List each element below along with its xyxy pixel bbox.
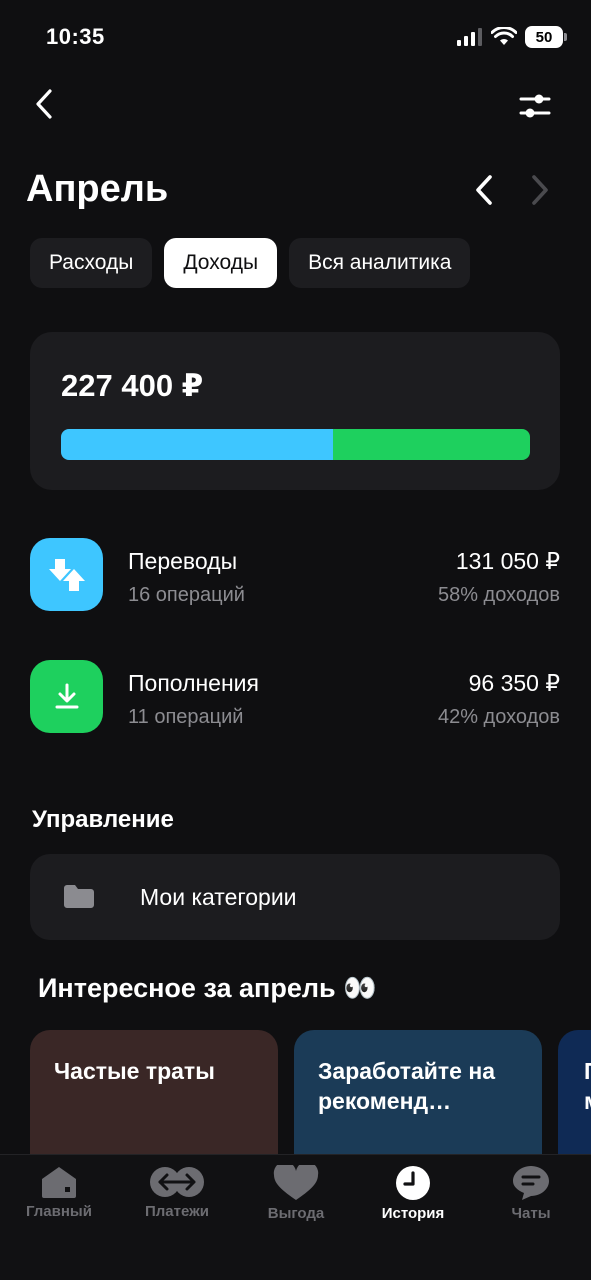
operation-row-transfers[interactable]: Переводы 16 операций 131 050 ₽ 58% доход… [30,538,560,612]
tab-all-analytics[interactable]: Вся аналитика [289,238,471,288]
chevron-left-icon [476,175,492,205]
battery-level: 50 [535,28,553,46]
tab-label: Чаты [511,1205,551,1222]
operation-row-topups[interactable]: Пополнения 11 операций 96 350 ₽ 42% дохо… [30,660,560,734]
heart-icon [273,1165,319,1200]
status-icons: 50 [457,26,567,48]
chat-icon [513,1166,549,1200]
management-section-title: Управление [32,806,174,833]
filter-button[interactable] [515,86,555,126]
story-title: П м [584,1058,591,1114]
operation-count: 16 операций [128,584,245,606]
tab-label: История [381,1205,445,1222]
story-card-earn-recommendations[interactable]: Заработайте на рекоменд… [294,1030,542,1160]
operation-name: Переводы [128,548,238,574]
my-categories-button[interactable]: Мои категории [30,854,560,940]
interesting-section-title: Интересное за апрель 👀 [38,973,377,1003]
tab-expenses[interactable]: Расходы [30,238,153,288]
total-income-amount: 227 400 ₽ [61,368,204,403]
status-bar: 10:35 50 [0,0,591,76]
status-time: 10:35 [46,24,105,49]
clock-icon [396,1166,430,1200]
next-month-button[interactable] [522,170,558,210]
sliders-icon [519,94,551,118]
tab-chats[interactable]: Чаты [476,1165,586,1235]
previous-month-button[interactable] [466,170,502,210]
wifi-icon [491,27,517,45]
home-icon [42,1167,76,1198]
operation-name: Пополнения [128,670,259,696]
my-categories-label: Мои категории [140,884,297,910]
tab-home[interactable]: Главный [4,1165,114,1235]
story-card-frequent-spending[interactable]: Частые траты [30,1030,278,1160]
analytics-tabs: Расходы Доходы Вся аналитика [30,238,471,288]
bottom-tab-bar: Главный Платежи Выгода История Чаты [0,1154,591,1280]
tab-label: Платежи [145,1203,209,1220]
back-button[interactable] [24,84,64,124]
operation-amount: 96 350 ₽ [468,670,560,696]
bar-segment-topups [333,429,530,460]
operation-share: 58% доходов [437,584,560,606]
tab-label: Главный [26,1203,92,1220]
income-distribution-bar [61,429,530,460]
tab-benefits[interactable]: Выгода [241,1165,351,1235]
income-summary-card: 227 400 ₽ [30,332,560,490]
signal-icon [457,28,482,46]
story-card-partial[interactable]: П м [558,1030,591,1160]
operation-share: 42% доходов [437,706,560,728]
tab-income[interactable]: Доходы [164,238,278,288]
folder-icon [64,885,94,908]
transfers-icon-tile [30,538,103,611]
story-title: Частые траты [54,1058,215,1084]
tab-label: Выгода [267,1205,325,1222]
payments-arrows-icon [150,1167,204,1197]
operation-amount: 131 050 ₽ [455,548,560,574]
story-title: Заработайте на рекоменд… [318,1058,496,1114]
transfer-arrows-icon [48,558,85,591]
month-title: Апрель [26,168,169,210]
tab-payments[interactable]: Платежи [122,1165,232,1235]
topups-icon-tile [30,660,103,733]
chevron-left-icon [36,89,52,119]
top-nav [0,80,591,130]
operation-count: 11 операций [128,706,244,728]
chevron-right-icon [532,175,548,205]
bar-segment-transfers [61,429,334,460]
download-icon [55,683,78,708]
tab-history[interactable]: История [358,1165,468,1235]
battery-indicator: 50 [525,26,567,48]
